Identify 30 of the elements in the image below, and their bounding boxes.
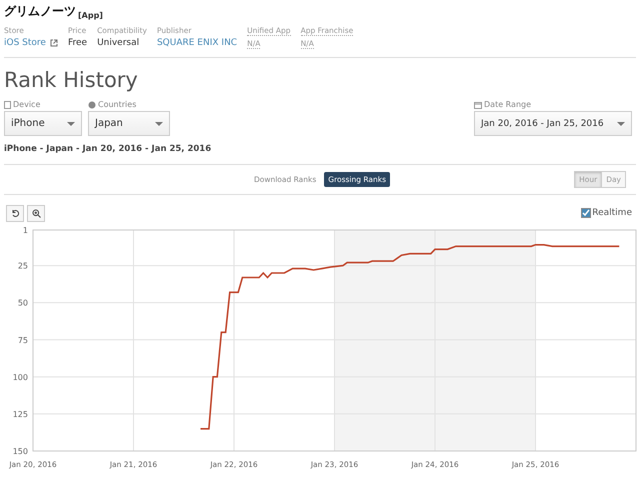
axis-label: 50 xyxy=(18,298,28,308)
axis-label: 100 xyxy=(12,372,28,382)
page-heading: Rank History xyxy=(4,68,139,92)
realtime-label: Realtime xyxy=(592,208,632,218)
info-link[interactable]: iOS Store xyxy=(4,38,46,48)
summary-text: iPhone - Japan - Jan 20, 2016 - Jan 25, 2016 xyxy=(4,144,636,165)
axis-label: 75 xyxy=(18,336,28,345)
axis-label: 1 xyxy=(22,226,28,235)
axis-label: 150 xyxy=(12,447,28,456)
device-icon xyxy=(4,100,11,108)
info-value: Free xyxy=(68,38,88,48)
device-select[interactable]: iPhone xyxy=(4,111,82,136)
info-link[interactable]: SQUARE ENIX INC xyxy=(156,38,238,48)
date-range-select[interactable]: Jan 20, 2016 - Jan 25, 2016 xyxy=(474,111,632,136)
filter-label: Countries xyxy=(98,100,136,109)
app-name: グリムノーツ xyxy=(4,3,76,20)
axis-label: 125 xyxy=(12,410,28,419)
filter-label: Date Range xyxy=(484,100,532,109)
realtime-checkbox[interactable] xyxy=(581,208,592,218)
undo-icon xyxy=(10,208,20,218)
calendar-icon xyxy=(474,100,482,108)
external-link-icon xyxy=(50,39,58,47)
zoom-icon xyxy=(32,208,40,218)
info-value: Universal xyxy=(97,38,140,48)
country-select[interactable]: Japan xyxy=(88,111,170,136)
axis-label: 25 xyxy=(18,262,28,271)
zoom-button[interactable] xyxy=(27,204,45,222)
filter-label: Device xyxy=(13,100,40,109)
reset-button[interactable] xyxy=(6,204,24,222)
app-tag: [App] xyxy=(78,11,103,20)
